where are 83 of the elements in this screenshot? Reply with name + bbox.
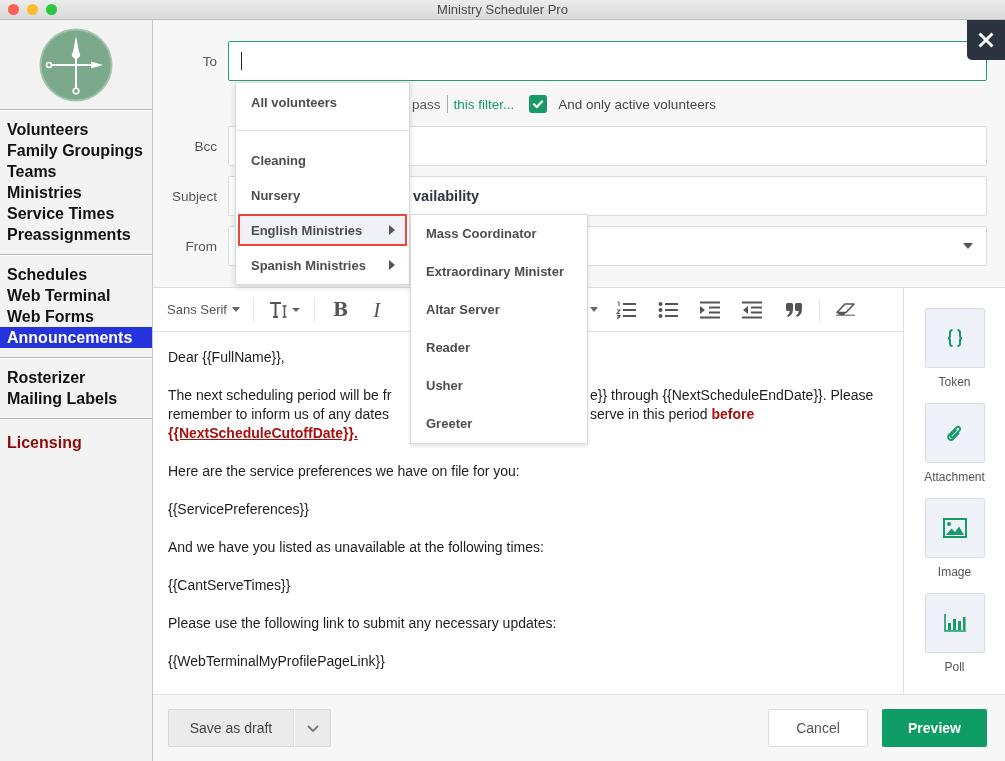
insert-label: Poll — [944, 660, 965, 674]
braces-icon — [946, 329, 963, 347]
insert-button[interactable] — [924, 308, 985, 368]
sidebar-item[interactable]: Ministries — [0, 182, 152, 203]
caret-right-icon — [389, 260, 395, 270]
menu-item[interactable]: Reader — [411, 329, 587, 367]
zoom-window-button[interactable] — [46, 4, 57, 15]
picture-icon — [942, 518, 967, 538]
message-text: e}} through {{NextScheduleEndDate}}. Please — [590, 386, 874, 405]
paperclip-icon — [945, 424, 964, 442]
insert-label: Image — [937, 565, 972, 579]
menu-item[interactable]: Greeter — [411, 405, 587, 443]
insert-label: Token — [938, 375, 971, 389]
sidebar-item[interactable]: Announcements — [0, 327, 152, 348]
menu-item[interactable]: Spanish Ministries — [238, 249, 407, 281]
close-button[interactable] — [967, 20, 1005, 60]
sidebar-item[interactable]: Family Groupings — [0, 140, 152, 161]
text-size-icon[interactable] — [269, 301, 300, 318]
italic-button[interactable]: I — [373, 298, 381, 321]
message-text: serve in this period before — [590, 405, 755, 424]
message-text: And we have you listed as unavailable at the following times: — [168, 539, 544, 555]
message-text: Please use the following link to submit any necessary updates: — [168, 615, 557, 631]
to-field[interactable] — [228, 41, 987, 81]
sidebar-item[interactable]: Mailing Labels — [0, 388, 152, 409]
caret-down-icon — [963, 243, 973, 249]
close-icon — [978, 32, 994, 48]
insert-button[interactable] — [924, 593, 985, 653]
menu-item[interactable]: Extraordinary Minister — [411, 253, 587, 291]
font-select[interactable]: Sans Serif — [167, 302, 240, 317]
sidebar-item[interactable]: Schedules — [0, 264, 152, 285]
menu-item[interactable]: English Ministries — [238, 214, 407, 246]
indent-icon[interactable] — [700, 300, 721, 319]
message-text: remember to inform us of any dates — [168, 405, 389, 424]
sidebar-item[interactable]: Teams — [0, 161, 152, 182]
menu-item[interactable]: Mass Coordinator — [411, 215, 587, 253]
message-text: The next scheduling period will be fr — [168, 386, 392, 405]
message-text: Dear {{FullName}}, — [168, 349, 285, 365]
filter-text: pass — [412, 96, 441, 112]
save-draft-button[interactable]: Save as draft — [168, 709, 294, 747]
message-text: {{WebTerminalMyProfilePageLink}} — [168, 653, 385, 669]
sidebar-item[interactable]: Web Forms — [0, 306, 152, 327]
menu-item[interactable]: Usher — [411, 367, 587, 405]
menu-item[interactable]: All volunteers — [238, 86, 407, 118]
field-label: To — [201, 53, 217, 69]
insert-label: Attachment — [924, 470, 985, 484]
dropdown-toggle-button[interactable] — [294, 709, 331, 747]
preview-button[interactable]: Preview — [882, 709, 987, 747]
sidebar-item[interactable]: Web Terminal — [0, 285, 152, 306]
sidebar-item[interactable]: Service Times — [0, 203, 152, 224]
chevron-down-icon — [306, 724, 319, 732]
outdent-icon[interactable] — [742, 300, 763, 319]
field-label: Subject — [170, 188, 217, 204]
cancel-button[interactable]: Cancel — [768, 709, 868, 747]
checkbox-label: And only active volunteers — [558, 96, 716, 112]
eraser-icon[interactable] — [836, 303, 856, 316]
menu-item[interactable]: Altar Server — [411, 291, 587, 329]
field-label: From — [184, 238, 217, 254]
text-cursor-icon — [241, 52, 242, 70]
numbered-list-icon[interactable] — [616, 300, 637, 319]
window-title: Ministry Scheduler Pro — [437, 2, 568, 17]
insert-button[interactable] — [924, 403, 985, 463]
bold-button[interactable]: B — [333, 298, 349, 321]
menu-item[interactable]: Nursery — [238, 179, 407, 211]
bar-chart-icon — [943, 614, 966, 632]
field-label: Bcc — [193, 138, 217, 154]
bullet-list-icon[interactable] — [658, 300, 679, 319]
filter-link[interactable]: this filter... — [453, 96, 515, 112]
caret-down-icon — [232, 307, 240, 312]
sidebar-item[interactable]: Volunteers — [0, 119, 152, 140]
menu-item[interactable]: Cleaning — [238, 144, 407, 176]
message-text: {{NextScheduleCutoffDate}}. — [168, 425, 358, 441]
sidebar-item[interactable]: Licensing — [0, 432, 152, 453]
message-text: {{ServicePreferences}} — [168, 501, 309, 517]
sidebar-item[interactable]: Preassignments — [0, 224, 152, 245]
sidebar-item[interactable]: Rosterizer — [0, 367, 152, 388]
message-text: {{CantServeTimes}} — [168, 577, 291, 593]
checkbox[interactable] — [529, 95, 548, 113]
quote-icon[interactable] — [786, 302, 803, 317]
close-window-button[interactable] — [8, 4, 19, 15]
insert-button[interactable] — [924, 498, 985, 558]
message-text: Here are the service preferences we have on file for you: — [168, 463, 520, 479]
caret-down-icon[interactable] — [590, 307, 599, 312]
caret-right-icon — [389, 225, 395, 235]
